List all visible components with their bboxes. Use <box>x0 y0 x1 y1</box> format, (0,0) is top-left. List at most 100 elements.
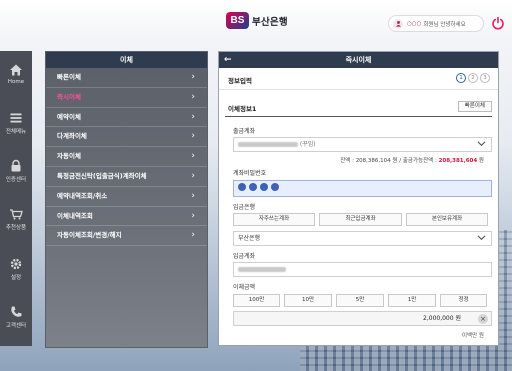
left-nav: Home 전체메뉴 인증센터 추천상품 설정 고객센터 <box>0 51 32 346</box>
top-header: BS 부산은행 ○○○ 회원님 안녕하세요 <box>0 0 512 44</box>
user-name: ○○○ <box>407 20 422 27</box>
password-dot <box>238 183 246 191</box>
deposit-account-label: 입금계좌 <box>233 253 256 260</box>
step-label: 정보입력 <box>228 77 252 85</box>
user-greeting-pill[interactable]: ○○○ 회원님 안녕하세요 <box>388 15 484 32</box>
nav-recommended-label: 추천상품 <box>5 225 27 231</box>
menu-item-label: 예약내역조회/취소 <box>57 191 108 200</box>
nav-customer-center-label: 고객센터 <box>5 323 27 329</box>
menu-item-quick-transfer[interactable]: 빠른이체 › <box>46 68 207 88</box>
logo-mark: BS <box>226 12 249 29</box>
section-title: 이체정보1 <box>228 105 257 113</box>
password-label: 계좌비밀번호 <box>233 170 267 177</box>
chevron-right-icon: › <box>191 111 195 122</box>
amount-10k-button[interactable]: 1만 <box>388 294 436 307</box>
step-1: 1 <box>456 73 466 83</box>
clear-icon[interactable]: × <box>478 314 488 324</box>
menu-item-label: 이체내역조회 <box>57 211 93 220</box>
power-icon[interactable] <box>491 16 505 30</box>
basket-icon <box>10 209 23 220</box>
amount-50k-button[interactable]: 5만 <box>336 294 384 307</box>
home-icon <box>10 64 22 76</box>
panel-title: 즉시이체 <box>345 56 372 64</box>
instant-transfer-panel: ← 즉시이체 정보입력 1 2 3 이체정보1 빠른이체 출금계좌 (꾸밈) 잔… <box>218 51 499 346</box>
balance-prefix: 잔액 : <box>340 158 356 164</box>
logo-text: 부산은행 <box>252 16 288 28</box>
menu-item-label: 자동이체 <box>57 152 81 161</box>
amount-input[interactable]: 2,000,000 원 × <box>233 311 492 326</box>
withdraw-account-suffix: (꾸밈) <box>299 141 316 148</box>
menu-item-label: 특정금전신탁(입출금식)계좌이체 <box>57 171 147 180</box>
password-dot <box>271 183 279 191</box>
bank-label: 입금은행 <box>233 204 256 211</box>
menu-item-multi-account-transfer[interactable]: 다계좌이체 › <box>46 127 207 148</box>
balance-value: 208,386,104 <box>355 158 391 164</box>
masked-deposit-account <box>238 267 286 272</box>
amount-100k-button[interactable]: 10만 <box>284 294 332 307</box>
amount-value: 2,000,000 원 <box>423 315 461 322</box>
amount-correct-button[interactable]: 정정 <box>440 294 487 307</box>
chevron-right-icon: › <box>191 72 195 82</box>
chevron-right-icon: › <box>191 91 195 102</box>
amount-in-words: 이백만 원 <box>462 333 484 339</box>
amount-shortcut-buttons: 100만 10만 5만 1만 정정 <box>233 294 487 307</box>
menu-item-scheduled-transfer[interactable]: 예약이체 › <box>46 108 207 128</box>
menu-title: 이체 <box>46 52 207 68</box>
chevron-right-icon: › <box>191 131 195 142</box>
bank-shortcut-buttons: 자주쓰는계좌 최근입금계좌 본인보유계좌 <box>233 213 488 226</box>
chevron-down-icon <box>477 235 486 241</box>
step-2: 2 <box>468 73 478 83</box>
back-arrow-icon[interactable]: ← <box>224 52 232 68</box>
nav-recommended[interactable]: 추천상품 <box>0 207 32 243</box>
nav-settings-label: 설정 <box>10 275 22 281</box>
user-greeting: 회원님 안녕하세요 <box>423 21 466 28</box>
masked-account-number <box>238 142 298 147</box>
lock-icon <box>11 159 21 172</box>
password-input[interactable] <box>233 180 492 197</box>
menu-item-transfer-history[interactable]: 이체내역조회 › <box>46 207 207 227</box>
withdraw-account-select[interactable]: (꾸밈) <box>233 137 492 152</box>
menu-item-trust-transfer[interactable]: 특정금전신탁(입출금식)계좌이체 › <box>46 167 207 187</box>
password-dot <box>249 183 257 191</box>
menu-item-label: 즉시이체 <box>57 92 81 101</box>
menu-item-auto-transfer-manage[interactable]: 자동이체조회/변경/해지 › <box>46 226 207 247</box>
menu-item-scheduled-history[interactable]: 예약내역조회/취소 › <box>46 187 207 207</box>
amount-1m-button[interactable]: 100만 <box>233 294 280 307</box>
frequent-account-button[interactable]: 자주쓰는계좌 <box>233 213 315 226</box>
nav-home[interactable]: Home <box>0 63 32 99</box>
gear-icon <box>10 258 22 270</box>
amount-label: 이체금액 <box>233 284 256 291</box>
nav-all-menu-label: 전체메뉴 <box>5 129 27 135</box>
menu-item-instant-transfer[interactable]: 즉시이체 › <box>46 88 207 108</box>
deposit-account-input[interactable] <box>233 262 492 277</box>
chevron-right-icon: › <box>191 151 195 162</box>
bank-logo[interactable]: BS 부산은행 <box>226 12 288 29</box>
nav-auth-center[interactable]: 인증센터 <box>0 159 32 195</box>
user-icon <box>393 18 403 29</box>
recent-account-button[interactable]: 최근입금계좌 <box>319 213 402 226</box>
quick-transfer-button[interactable]: 빠른이체 <box>457 101 492 112</box>
section-header: 이체정보1 빠른이체 <box>225 99 492 117</box>
menu-item-auto-transfer[interactable]: 자동이체 › <box>46 147 207 167</box>
menu-item-label: 다계좌이체 <box>57 132 87 141</box>
won-unit: 원 <box>477 158 484 164</box>
transfer-menu: 이체 빠른이체 › 즉시이체 › 예약이체 › 다계좌이체 › 자동이체 › 특정금전신탁… <box>45 51 208 348</box>
nav-all-menu[interactable]: 전체메뉴 <box>0 111 32 147</box>
chevron-right-icon: › <box>191 190 195 201</box>
menu-item-label: 자동이체조회/변경/해지 <box>57 231 122 240</box>
withdrawable-value: 208,381,604 <box>438 158 478 164</box>
menu-item-label: 빠른이체 <box>57 73 81 81</box>
password-dots <box>238 183 279 191</box>
password-dot <box>260 183 268 191</box>
own-account-button[interactable]: 본인보유계좌 <box>406 213 488 226</box>
chevron-right-icon: › <box>191 230 195 241</box>
nav-settings[interactable]: 설정 <box>0 257 32 293</box>
step-indicator-row: 정보입력 1 2 3 <box>219 68 498 90</box>
nav-customer-center[interactable]: 고객센터 <box>0 305 32 341</box>
menu-item-label: 예약이체 <box>57 112 81 121</box>
chevron-down-icon <box>477 141 486 147</box>
bank-selected-value: 부산은행 <box>238 235 261 242</box>
bank-select[interactable]: 부산은행 <box>233 231 492 246</box>
step-3: 3 <box>480 73 490 83</box>
nav-auth-center-label: 인증센터 <box>5 177 27 183</box>
